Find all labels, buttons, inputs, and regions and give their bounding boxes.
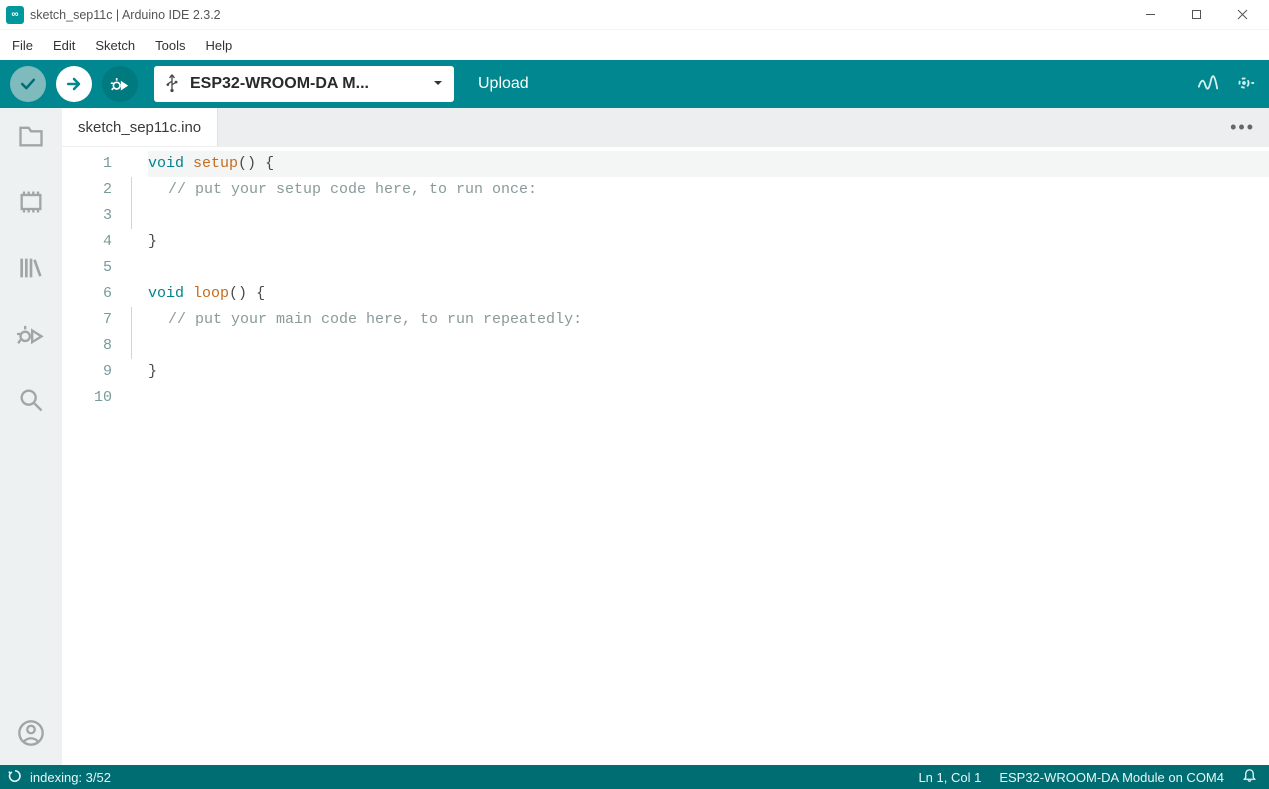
code-editor[interactable]: 12345678910 void setup() {// put your se… [62, 146, 1269, 765]
window-title: sketch_sep11c | Arduino IDE 2.3.2 [30, 8, 221, 22]
editor-tab-bar: sketch_sep11c.ino ••• [62, 108, 1269, 146]
app-icon: ∞ [6, 6, 24, 24]
menu-edit[interactable]: Edit [43, 30, 85, 60]
activity-bar [0, 108, 62, 765]
indexing-spinner-icon [8, 769, 22, 786]
notifications-button[interactable] [1242, 768, 1257, 786]
menu-file[interactable]: File [2, 30, 43, 60]
editor-gutter: 12345678910 [62, 147, 120, 765]
upload-button[interactable] [56, 66, 92, 102]
window-controls [1127, 0, 1265, 30]
menu-tools[interactable]: Tools [145, 30, 195, 60]
toolbar: ESP32-WROOM-DA M... Upload [0, 60, 1269, 108]
sidebar-search-button[interactable] [15, 384, 47, 416]
status-cursor-position[interactable]: Ln 1, Col 1 [918, 770, 981, 785]
board-name: ESP32-WROOM-DA M... [190, 75, 369, 93]
serial-plotter-button[interactable] [1197, 72, 1219, 97]
sidebar-account-button[interactable] [15, 717, 47, 749]
window-minimize-button[interactable] [1127, 0, 1173, 30]
sidebar-debug-button[interactable] [15, 318, 47, 350]
window-maximize-button[interactable] [1173, 0, 1219, 30]
sidebar-library-manager-button[interactable] [15, 252, 47, 284]
sidebar-sketchbook-button[interactable] [15, 120, 47, 152]
toolbar-upload-label: Upload [478, 75, 529, 93]
status-bar: indexing: 3/52 Ln 1, Col 1 ESP32-WROOM-D… [0, 765, 1269, 789]
window-close-button[interactable] [1219, 0, 1265, 30]
main-area: sketch_sep11c.ino ••• 12345678910 void s… [0, 108, 1269, 765]
chevron-down-icon [432, 77, 444, 92]
menu-sketch[interactable]: Sketch [85, 30, 145, 60]
board-selector[interactable]: ESP32-WROOM-DA M... [154, 66, 454, 102]
editor-column: sketch_sep11c.ino ••• 12345678910 void s… [62, 108, 1269, 765]
status-indexing: indexing: 3/52 [30, 770, 111, 785]
window-titlebar: ∞ sketch_sep11c | Arduino IDE 2.3.2 [0, 0, 1269, 30]
serial-monitor-button[interactable] [1233, 72, 1255, 97]
verify-button[interactable] [10, 66, 46, 102]
menu-help[interactable]: Help [195, 30, 242, 60]
editor-tab-active[interactable]: sketch_sep11c.ino [62, 108, 218, 146]
editor-code-area[interactable]: void setup() {// put your setup code her… [120, 147, 1269, 765]
editor-tab-more-button[interactable]: ••• [1216, 117, 1269, 138]
sidebar-boards-manager-button[interactable] [15, 186, 47, 218]
usb-icon [164, 73, 180, 96]
status-board-port[interactable]: ESP32-WROOM-DA Module on COM4 [999, 770, 1224, 785]
menu-bar: File Edit Sketch Tools Help [0, 30, 1269, 60]
debug-button[interactable] [102, 66, 138, 102]
